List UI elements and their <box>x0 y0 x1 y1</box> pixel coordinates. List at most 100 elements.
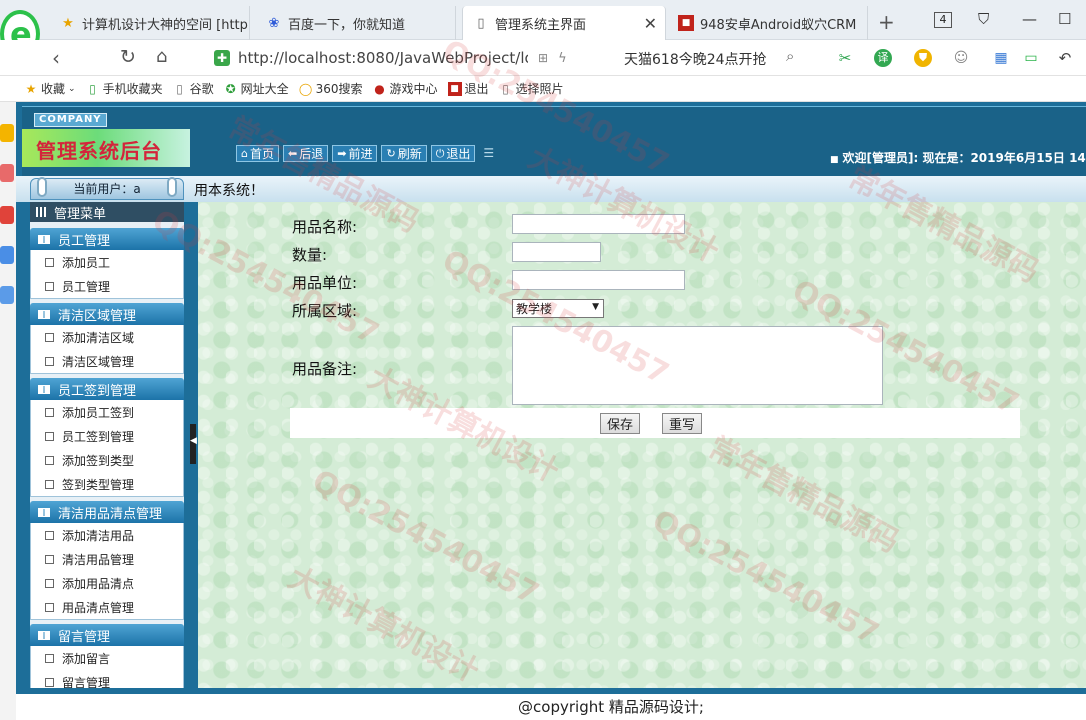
bookmark-google[interactable]: ▯ 谷歌 <box>173 80 213 97</box>
book-icon <box>38 507 50 517</box>
bookmark-360[interactable]: ◯ 360搜索 <box>299 80 363 97</box>
emoji-icon[interactable]: ☺ <box>952 49 970 67</box>
square-icon <box>45 677 54 687</box>
address-bar[interactable]: ✚ http://localhost:8080/JavaWebProject/l… <box>206 45 606 71</box>
menu-item-add-staff[interactable]: 添加员工 <box>31 250 183 274</box>
paw-icon: ❀ <box>268 15 280 31</box>
menu-group-title[interactable]: 留言管理 <box>30 624 184 646</box>
menu-group-title[interactable]: 员工管理 <box>30 228 184 250</box>
tab-2[interactable]: ❀ 百度一下，你就知道 <box>256 6 456 40</box>
menu-group-title[interactable]: 清洁用品清点管理 <box>30 501 184 523</box>
translate-icon[interactable]: 译 <box>874 49 892 67</box>
maximize-icon[interactable]: ☐ <box>1058 10 1071 28</box>
form-actions: 保存 重写 <box>290 408 1020 438</box>
save-button[interactable]: 保存 <box>600 413 641 434</box>
bookmark-games[interactable]: ● 游戏中心 <box>373 80 437 97</box>
rail-star-icon[interactable] <box>0 124 14 142</box>
square-icon <box>45 653 54 663</box>
menu-item-signin-type-manage[interactable]: 签到类型管理 <box>31 472 183 496</box>
bookmark-favorites[interactable]: ★ 收藏 ⌄ <box>24 80 76 97</box>
undo-icon[interactable]: ↶ <box>1056 49 1074 67</box>
square-icon <box>45 479 54 489</box>
close-tab-icon[interactable]: ✕ <box>644 14 657 33</box>
star-icon: ★ <box>25 81 37 96</box>
menu-item-count-manage[interactable]: 用品清点管理 <box>31 595 183 619</box>
menu-lines-icon[interactable]: ☰ <box>483 145 494 162</box>
home-icon[interactable]: ⌂ <box>156 46 167 67</box>
red-square-icon: ■ <box>678 15 694 31</box>
square-icon <box>45 332 54 342</box>
menu-item-staff-manage[interactable]: 员工管理 <box>31 274 183 298</box>
url-text[interactable]: http://localhost:8080/JavaWebProject/log… <box>238 49 528 67</box>
logout-button[interactable]: ⏻ 退出 <box>430 145 476 162</box>
menu-group-title[interactable]: 清洁区域管理 <box>30 303 184 325</box>
square-icon <box>45 530 54 540</box>
tab-3-active[interactable]: ▯ 管理系统主界面 ✕ <box>462 6 666 40</box>
menu-item-signin-manage[interactable]: 员工签到管理 <box>31 424 183 448</box>
rail-doc-icon[interactable] <box>0 286 14 304</box>
power-icon: ⏻ <box>435 146 445 160</box>
bookmark-mobile[interactable]: ▯ 手机收藏夹 <box>86 80 162 97</box>
minimize-icon[interactable]: — <box>1022 10 1037 28</box>
home-button[interactable]: ⌂ 首页 <box>236 145 279 162</box>
app-info-strip: 当前用户：a 用本系统！ <box>16 176 1086 202</box>
apps-icon[interactable]: ▦ <box>992 49 1010 67</box>
new-tab-icon[interactable]: + <box>878 10 895 34</box>
menu-item-add-area[interactable]: 添加清洁区域 <box>31 325 183 349</box>
browser-side-rail <box>0 102 16 720</box>
grid-icon[interactable]: ⊞ <box>538 51 548 65</box>
tab-count-badge[interactable]: 4 <box>934 12 952 28</box>
page-icon: ▯ <box>176 81 183 96</box>
area-select[interactable]: 教学楼 ▼ <box>512 299 604 318</box>
back-button[interactable]: ⬅ 后退 <box>283 145 329 162</box>
menu-item-add-message[interactable]: 添加留言 <box>31 646 183 670</box>
battery-icon[interactable]: ▭ <box>1022 49 1040 67</box>
tab-label: 管理系统主界面 <box>495 17 587 33</box>
search-icon[interactable]: ⌕ <box>786 47 794 65</box>
search-hint[interactable]: 天猫618今晚24点开抢 <box>624 49 767 69</box>
bookmark-directory[interactable]: ✪ 网址大全 <box>224 80 289 97</box>
tab-1[interactable]: ★ 计算机设计大神的空间 [http <box>50 6 250 40</box>
shirt-icon[interactable]: ⛉ <box>978 10 989 28</box>
menu-item-add-supply[interactable]: 添加清洁用品 <box>31 523 183 547</box>
unit-input[interactable] <box>512 270 685 290</box>
reload-icon[interactable]: ↻ <box>120 46 136 68</box>
bookmark-photos[interactable]: ▯ 选择照片 <box>499 80 563 97</box>
caret-left-icon: ◀ <box>190 436 197 446</box>
dropdown-arrow-icon: ▼ <box>592 302 599 312</box>
sidebar-menu: 管理菜单 员工管理 添加员工 员工管理 清洁区域管理 添加清洁区域 清洁区域管理… <box>30 202 184 720</box>
arrow-left-icon: ⬅ <box>288 147 298 160</box>
menu-item-add-count[interactable]: 添加用品清点 <box>31 571 183 595</box>
menu-group-title[interactable]: 员工签到管理 <box>30 378 184 400</box>
note-textarea[interactable] <box>512 326 883 405</box>
sidebar-collapse-handle[interactable]: ◀ <box>190 424 197 464</box>
forward-button[interactable]: ➡ 前进 <box>332 145 378 162</box>
menu-group-signin: 员工签到管理 添加员工签到 员工签到管理 添加签到类型 签到类型管理 <box>30 378 184 497</box>
book-icon <box>38 309 50 319</box>
name-input[interactable] <box>512 214 685 234</box>
pin-icon <box>167 177 177 197</box>
scissors-icon[interactable]: ✂ <box>836 49 854 67</box>
qty-input[interactable] <box>512 242 601 262</box>
tab-label: 计算机设计大神的空间 [http <box>82 17 248 33</box>
welcome-marquee: 用本系统！ <box>194 183 264 199</box>
name-label: 用品名称: <box>292 218 358 236</box>
current-user-box: 当前用户：a <box>30 177 184 200</box>
rail-chat-icon[interactable] <box>0 246 14 264</box>
rail-weibo-icon[interactable] <box>0 206 14 224</box>
bookmark-exit[interactable]: ■ 退出 <box>447 80 489 97</box>
tab-4[interactable]: ■ 948安卓Android蚁穴CRM <box>668 6 868 40</box>
star-icon: ★ <box>62 15 74 31</box>
back-icon[interactable]: ‹ <box>52 46 60 70</box>
menu-item-add-signin-type[interactable]: 添加签到类型 <box>31 448 183 472</box>
reset-button[interactable]: 重写 <box>662 413 703 434</box>
menu-item-area-manage[interactable]: 清洁区域管理 <box>31 349 183 373</box>
pin-icon <box>37 177 47 197</box>
rail-note-icon[interactable] <box>0 164 14 182</box>
shield-badge-icon[interactable]: ⛊ <box>914 49 932 67</box>
menu-item-add-signin[interactable]: 添加员工签到 <box>31 400 183 424</box>
menu-item-supply-manage[interactable]: 清洁用品管理 <box>31 547 183 571</box>
refresh-button[interactable]: ↻ 刷新 <box>381 145 427 162</box>
lightning-icon[interactable]: ϟ <box>558 51 567 66</box>
company-label: COMPANY <box>34 113 107 127</box>
